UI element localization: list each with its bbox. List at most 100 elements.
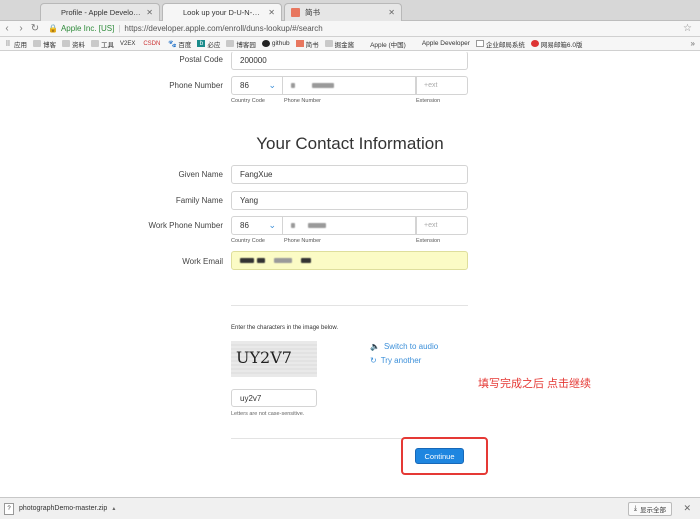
address-bar: ‹ › ↻ 🔒 Apple Inc. [US] | https://develo… (0, 21, 700, 37)
captcha-text: UY2V7 (236, 348, 292, 367)
folder-icon (91, 40, 99, 47)
folder-icon (226, 40, 235, 47)
country-code-caption: Country Code (231, 238, 265, 244)
back-icon[interactable]: ‹ (0, 23, 14, 34)
bookmark-baidu[interactable]: 🐾 百度 (168, 39, 191, 49)
lock-icon: 🔒 (48, 24, 58, 33)
folder-icon (62, 40, 70, 47)
page-icon (475, 40, 484, 47)
extension-caption: Extension (416, 238, 441, 244)
tab-title: 简书 (305, 8, 320, 17)
case-note: Letters are not case-sensitive. (231, 411, 305, 417)
try-another-link[interactable]: ↻ Try another (370, 356, 421, 365)
refresh-icon: ↻ (370, 356, 377, 365)
chevron-down-icon: ⌄ (268, 220, 276, 230)
speaker-icon: 🔈 (370, 342, 380, 351)
bookmark-bing[interactable]: b 必应 (197, 39, 220, 49)
tab-title: Look up your D-U-N-S Numbe (183, 8, 265, 17)
switch-to-audio-link[interactable]: 🔈 Switch to audio (370, 342, 438, 351)
bookmark-tools[interactable]: 工具 (91, 39, 114, 49)
country-code-select[interactable]: 86 ⌄ (231, 76, 283, 95)
extension-field[interactable]: +ext (416, 76, 468, 95)
given-name-label: Given Name (178, 170, 223, 179)
csdn-icon: CSDN (143, 40, 161, 47)
work-phone-number-field[interactable] (283, 216, 416, 235)
bookmark-apple-developer[interactable]: Apple Developer (412, 40, 470, 47)
enroll-page: Postal Code 200000 Phone Number 86 ⌄ +ex… (0, 51, 700, 497)
close-tab-icon[interactable]: ✕ (146, 8, 153, 17)
folder-icon (33, 40, 41, 47)
chevron-up-icon[interactable]: ▴ (112, 505, 115, 512)
tab-jianshu[interactable]: 简书 ✕ (284, 3, 402, 21)
phone-number-field[interactable] (283, 76, 416, 95)
work-phone-label: Work Phone Number (148, 221, 223, 230)
close-icon[interactable]: ✕ (683, 503, 691, 514)
bookmark-github[interactable]: github (261, 40, 290, 47)
bookmark-apple-cn[interactable]: Apple (中国) (360, 39, 406, 49)
download-icon: ⤓ (633, 505, 637, 512)
work-country-code-select[interactable]: 86 ⌄ (231, 216, 283, 235)
jianshu-icon (295, 40, 304, 47)
bookmark-v2ex[interactable]: V2EX (120, 40, 137, 47)
close-tab-icon[interactable]: ✕ (268, 8, 275, 17)
url-field[interactable]: 🔒 Apple Inc. [US] | https://developer.ap… (48, 22, 323, 35)
file-icon: ? (4, 502, 14, 515)
github-icon (261, 40, 270, 47)
download-filename: photographDemo-master.zip (19, 505, 108, 512)
apps-grid-icon: ⠿ (5, 40, 11, 48)
bookmark-jianshu[interactable]: 简书 (295, 39, 319, 49)
work-email-field[interactable] (231, 251, 468, 270)
given-name-field[interactable]: FangXue (231, 165, 468, 184)
bookmark-netease-mail[interactable]: 网易邮箱6.0版 (530, 39, 582, 49)
annotation-text: 填写完成之后 点击继续 (478, 378, 592, 390)
section-divider (231, 305, 468, 306)
postal-code-label: Postal Code (179, 55, 223, 64)
tab-strip: Profile - Apple Developer Prog ✕ Look up… (0, 0, 700, 21)
show-all-button[interactable]: ⤓ 显示全部 (627, 502, 672, 516)
forward-icon[interactable]: › (14, 23, 28, 34)
bing-icon: b (197, 40, 206, 47)
family-name-label: Family Name (175, 196, 223, 205)
phone-number-caption: Phone Number (284, 238, 321, 244)
bookmark-csdn[interactable]: CSDN (143, 40, 162, 47)
bookmark-blog[interactable]: 博客 (33, 39, 56, 49)
apple-icon (360, 40, 368, 47)
work-email-label: Work Email (182, 257, 223, 266)
country-code-value: 86 (240, 81, 249, 90)
country-code-caption: Country Code (231, 98, 265, 104)
close-tab-icon[interactable]: ✕ (388, 8, 395, 17)
country-code-value: 86 (240, 221, 249, 230)
netease-icon (530, 40, 539, 47)
reload-icon[interactable]: ↻ (28, 23, 42, 34)
tab-title: Profile - Apple Developer Prog (61, 8, 143, 17)
postal-code-field[interactable]: 200000 (231, 51, 468, 70)
tab-apple-profile[interactable]: Profile - Apple Developer Prog ✕ (40, 3, 160, 21)
bookmark-enterprise-mail[interactable]: 企业邮局系统 (475, 39, 525, 49)
bookmark-star-icon[interactable]: ☆ (683, 23, 692, 34)
bookmarks-bar: ⠿ 应用 博客 资料 工具 V2EX CSDN 🐾 百度 b 必应 博客园 githu… (0, 37, 700, 51)
jianshu-icon (291, 8, 300, 17)
baidu-icon: 🐾 (168, 40, 177, 48)
v2ex-icon: V2EX (120, 40, 136, 47)
extension-caption: Extension (416, 98, 441, 104)
apple-icon (412, 40, 420, 47)
bookmark-docs[interactable]: 资料 (62, 39, 85, 49)
site-identity: Apple Inc. [US] (60, 24, 115, 33)
bookmark-apps[interactable]: ⠿ 应用 (4, 39, 27, 49)
folder-icon (324, 40, 333, 47)
phone-number-label: Phone Number (169, 81, 223, 90)
bookmark-juejin[interactable]: 掘金酱 (324, 39, 354, 49)
tab-duns-lookup[interactable]: Look up your D-U-N-S Numbe ✕ (162, 3, 282, 21)
captcha-image: UY2V7 (231, 341, 317, 377)
apple-icon (47, 8, 56, 17)
phone-number-caption: Phone Number (284, 98, 321, 104)
work-extension-field[interactable]: +ext (416, 216, 468, 235)
continue-button[interactable]: Continue (415, 448, 464, 464)
chevron-down-icon: ⌄ (268, 80, 276, 90)
download-item[interactable]: ? photographDemo-master.zip ▴ (4, 501, 115, 516)
captcha-input[interactable]: uy2v7 (231, 389, 317, 407)
more-bookmarks-icon[interactable]: » (691, 39, 695, 48)
family-name-field[interactable]: Yang (231, 191, 468, 210)
bookmark-cnblogs[interactable]: 博客园 (226, 39, 256, 49)
apple-icon (169, 8, 178, 17)
